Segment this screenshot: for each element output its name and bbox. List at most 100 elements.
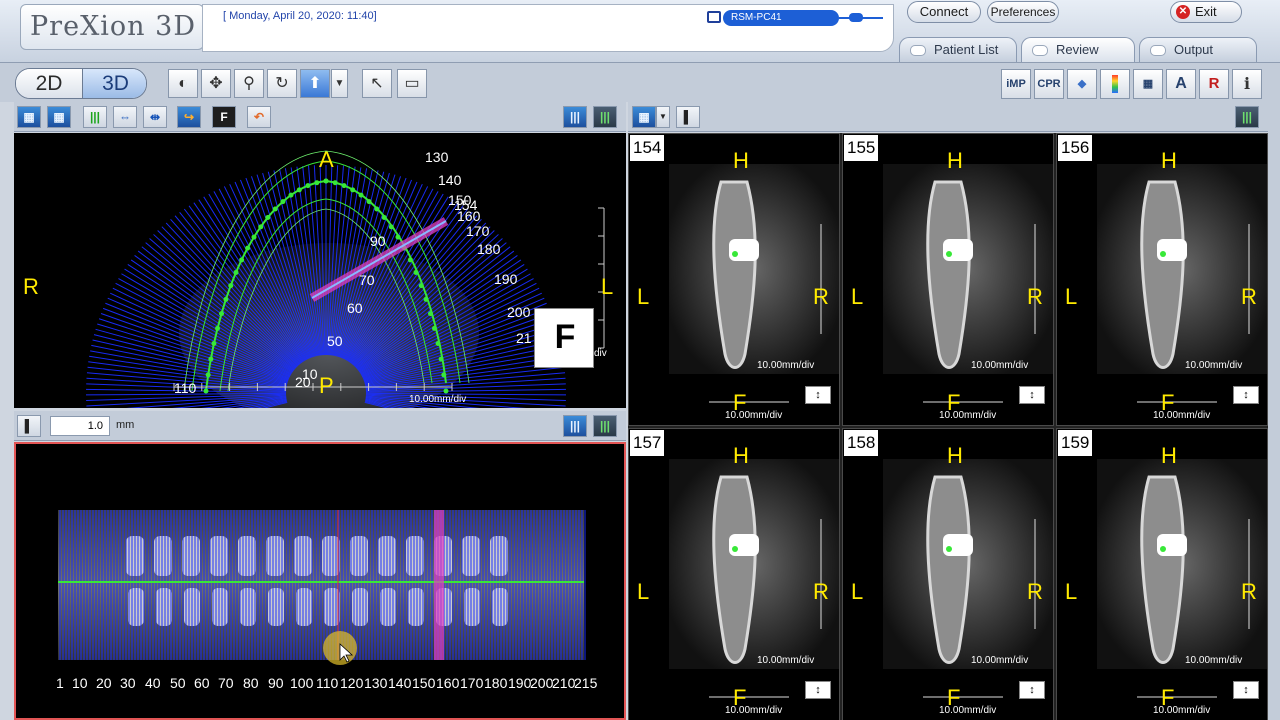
arch-control-point[interactable] bbox=[435, 341, 441, 347]
sync-blue-button[interactable]: ||| bbox=[563, 106, 587, 128]
zoom-tool[interactable]: ⚲ bbox=[234, 69, 264, 98]
layout-a-button[interactable]: ▦ bbox=[17, 106, 41, 128]
arch-control-point[interactable] bbox=[272, 206, 278, 212]
flip-orientation-icon[interactable]: ↕ bbox=[1019, 681, 1045, 699]
mode-2d-button[interactable]: 2D bbox=[16, 69, 82, 98]
arch-control-point[interactable] bbox=[215, 325, 221, 331]
orientation-button[interactable]: F bbox=[212, 106, 236, 128]
arch-control-point[interactable] bbox=[374, 206, 380, 212]
arch-control-point[interactable] bbox=[366, 199, 372, 205]
arch-control-point[interactable] bbox=[211, 341, 217, 347]
arch-control-point[interactable] bbox=[258, 224, 264, 230]
arch-control-point[interactable] bbox=[407, 257, 413, 263]
layout-b-button[interactable]: ▦ bbox=[47, 106, 71, 128]
info-tool[interactable]: i bbox=[1232, 69, 1262, 99]
grid-layout-dropdown[interactable]: ▼ bbox=[656, 106, 670, 128]
arch-control-point[interactable] bbox=[245, 245, 251, 251]
contrast-icon: ◐ bbox=[178, 75, 188, 92]
arch-control-point[interactable] bbox=[208, 356, 214, 362]
select-tool[interactable]: ↖ bbox=[362, 69, 392, 98]
volume-tool[interactable]: ◆ bbox=[1067, 69, 1097, 99]
tab-patient-list[interactable]: Patient List bbox=[899, 37, 1017, 62]
arch-control-point[interactable] bbox=[265, 214, 271, 220]
arch-control-point[interactable] bbox=[332, 180, 338, 186]
arch-control-point[interactable] bbox=[314, 180, 320, 186]
arch-control-point[interactable] bbox=[223, 296, 229, 302]
flip-orientation-icon[interactable]: ↕ bbox=[1233, 681, 1259, 699]
flip-orientation-icon[interactable]: ↕ bbox=[1233, 386, 1259, 404]
sync-green-button[interactable]: ||| bbox=[593, 415, 617, 437]
panoramic-view[interactable]: 1 10 20 30 40 50 60 70 80 90 100 110 120 130 140 150 160… bbox=[14, 442, 626, 720]
arch-control-point[interactable] bbox=[341, 183, 347, 189]
arch-control-point[interactable] bbox=[443, 388, 449, 394]
cross-section-view[interactable]: 159 H F L R 10.00mm/div 10.00mm/div ↕ bbox=[1056, 428, 1268, 720]
slab-mode-button[interactable]: ▌ bbox=[17, 415, 41, 437]
arch-control-point[interactable] bbox=[413, 269, 419, 275]
annotation-tool[interactable]: A bbox=[1166, 69, 1196, 99]
layout-dropdown[interactable]: ▼ bbox=[331, 69, 348, 98]
expand-h-button[interactable]: ⇔ bbox=[113, 106, 137, 128]
implant-tool[interactable]: iMP bbox=[1001, 69, 1031, 99]
sync-green-button[interactable]: ||| bbox=[1235, 106, 1259, 128]
arch-control-point[interactable] bbox=[228, 283, 234, 289]
sync-blue-button[interactable]: ||| bbox=[563, 415, 587, 437]
arch-control-point[interactable] bbox=[438, 356, 444, 362]
arch-control-point[interactable] bbox=[219, 311, 225, 317]
cross-section-view[interactable]: 154 H F L R 10.00mm/div 10.00mm/div ↕ bbox=[628, 133, 840, 426]
arch-control-point[interactable] bbox=[251, 234, 257, 240]
layout-tool[interactable]: ⬆ bbox=[300, 69, 330, 98]
slab-thickness-input[interactable]: 1.0 bbox=[50, 416, 110, 436]
tab-review[interactable]: Review bbox=[1021, 37, 1135, 62]
arch-control-point[interactable] bbox=[427, 311, 433, 317]
orientation-cube[interactable]: F bbox=[534, 308, 594, 368]
grid-layout-button[interactable]: ▦ bbox=[632, 106, 656, 128]
axial-panel-toolbar: ▦ ▦ ||| ⇔ ⇹ ↪ F ↶ ||| ||| bbox=[14, 102, 626, 132]
connect-button[interactable]: Connect bbox=[907, 1, 981, 23]
arch-control-point[interactable] bbox=[350, 187, 356, 193]
arch-control-point[interactable] bbox=[305, 183, 311, 189]
undo-button[interactable]: ↶ bbox=[247, 106, 271, 128]
arch-control-point[interactable] bbox=[395, 234, 401, 240]
cross-section-view[interactable]: 156 H F L R 10.00mm/div 10.00mm/div ↕ bbox=[1056, 133, 1268, 426]
rotate-tool[interactable]: ↻ bbox=[267, 69, 297, 98]
color-bar-tool[interactable] bbox=[1100, 69, 1130, 99]
cross-section-view[interactable]: 158 H F L R 10.00mm/div 10.00mm/div ↕ bbox=[842, 428, 1054, 720]
flip-orientation-icon[interactable]: ↕ bbox=[805, 681, 831, 699]
cross-section-view[interactable]: 155 H F L R 10.00mm/div 10.00mm/div ↕ bbox=[842, 133, 1054, 426]
arch-control-point[interactable] bbox=[388, 224, 394, 230]
arch-control-point[interactable] bbox=[203, 388, 209, 394]
pan-tool[interactable]: ✥ bbox=[201, 69, 231, 98]
exit-button[interactable]: ✕ Exit bbox=[1170, 1, 1242, 23]
axial-view[interactable]: 130 140 150 154 160 170 180 190 200 21 1… bbox=[14, 133, 626, 408]
arch-control-point[interactable] bbox=[418, 283, 424, 289]
arch-control-point[interactable] bbox=[205, 372, 211, 378]
sync-green-button[interactable]: ||| bbox=[593, 106, 617, 128]
arch-control-point[interactable] bbox=[441, 372, 447, 378]
arch-control-point[interactable] bbox=[296, 187, 302, 193]
arch-control-point[interactable] bbox=[233, 269, 239, 275]
cpr-tool[interactable]: CPR bbox=[1034, 69, 1064, 99]
contrast-tool[interactable]: ◐ bbox=[168, 69, 198, 98]
single-view-button[interactable]: ▌ bbox=[676, 106, 700, 128]
cross-section-view[interactable]: 157 H F L R 10.00mm/div 10.00mm/div ↕ bbox=[628, 428, 840, 720]
arch-control-point[interactable] bbox=[239, 257, 245, 263]
arch-control-point[interactable] bbox=[423, 296, 429, 302]
arch-control-point[interactable] bbox=[381, 214, 387, 220]
arch-control-point[interactable] bbox=[431, 325, 437, 331]
compress-h-button[interactable]: ⇹ bbox=[143, 106, 167, 128]
curve-edit-button[interactable]: ↪ bbox=[177, 106, 201, 128]
measure-tool[interactable]: ▭ bbox=[397, 69, 427, 98]
tab-output[interactable]: Output bbox=[1139, 37, 1257, 62]
record-tool[interactable]: R bbox=[1199, 69, 1229, 99]
flip-orientation-icon[interactable]: ↕ bbox=[805, 386, 831, 404]
right-edge-scroll[interactable] bbox=[1268, 102, 1280, 720]
arch-control-point[interactable] bbox=[323, 178, 329, 184]
arch-control-point[interactable] bbox=[358, 192, 364, 198]
arch-control-point[interactable] bbox=[280, 199, 286, 205]
arch-control-point[interactable] bbox=[288, 192, 294, 198]
mode-3d-button[interactable]: 3D bbox=[82, 69, 146, 98]
flip-orientation-icon[interactable]: ↕ bbox=[1019, 386, 1045, 404]
bars-button[interactable]: ||| bbox=[83, 106, 107, 128]
grid-layout-tool[interactable]: ▦ bbox=[1133, 69, 1163, 99]
preferences-button[interactable]: Preferences bbox=[987, 1, 1059, 23]
